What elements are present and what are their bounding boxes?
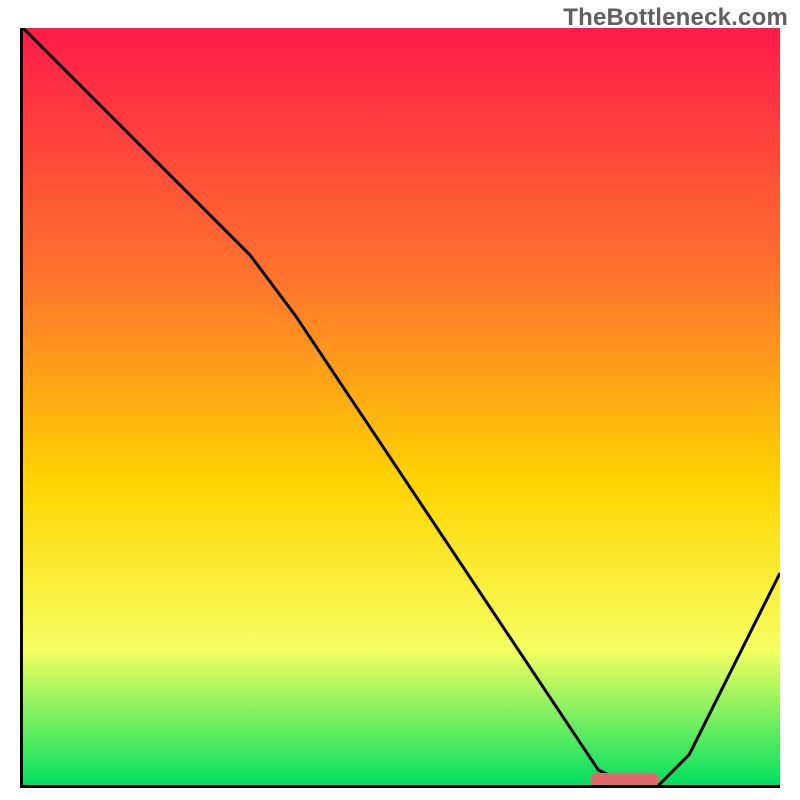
chart-svg [23, 28, 780, 785]
plot-area [20, 28, 780, 788]
optimal-range-marker [591, 773, 659, 785]
chart-container: TheBottleneck.com [0, 0, 800, 800]
